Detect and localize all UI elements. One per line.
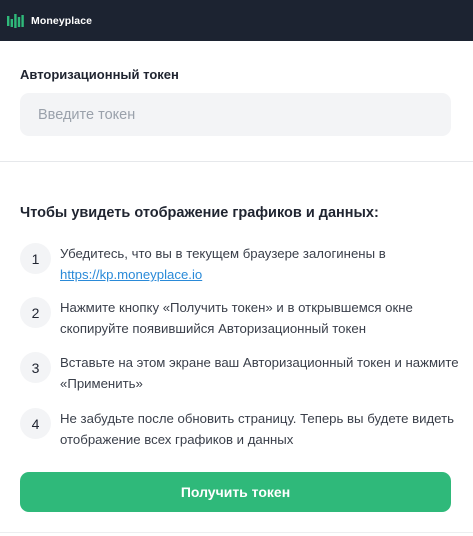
token-label: Авторизационный токен bbox=[20, 67, 179, 82]
step-text: Не забудьте после обновить страницу. Теп… bbox=[60, 411, 454, 447]
app-header: Moneyplace bbox=[0, 0, 473, 41]
step-text: Вставьте на этом экране ваш Авторизацион… bbox=[60, 355, 459, 391]
brand-name: Moneyplace bbox=[31, 14, 93, 27]
step-text-body: Убедитесь, что вы в текущем браузере зал… bbox=[60, 246, 386, 261]
token-input[interactable] bbox=[20, 93, 451, 136]
step-number: 1 bbox=[20, 243, 51, 274]
get-token-button[interactable]: Получить токен bbox=[20, 472, 451, 512]
step-number: 2 bbox=[20, 297, 51, 328]
step-number: 4 bbox=[20, 408, 51, 439]
step-text: Нажмите кнопку «Получить токен» и в откр… bbox=[60, 300, 413, 336]
step-text: Убедитесь, что вы в текущем браузере зал… bbox=[60, 243, 460, 285]
bottom-divider bbox=[0, 532, 473, 533]
section-divider bbox=[0, 161, 473, 162]
bar-chart-logo-icon bbox=[7, 13, 24, 28]
moneyplace-link[interactable]: https://kp.moneyplace.io bbox=[60, 267, 202, 282]
step-number: 3 bbox=[20, 352, 51, 383]
instructions-title: Чтобы увидеть отображение графиков и дан… bbox=[20, 205, 379, 221]
